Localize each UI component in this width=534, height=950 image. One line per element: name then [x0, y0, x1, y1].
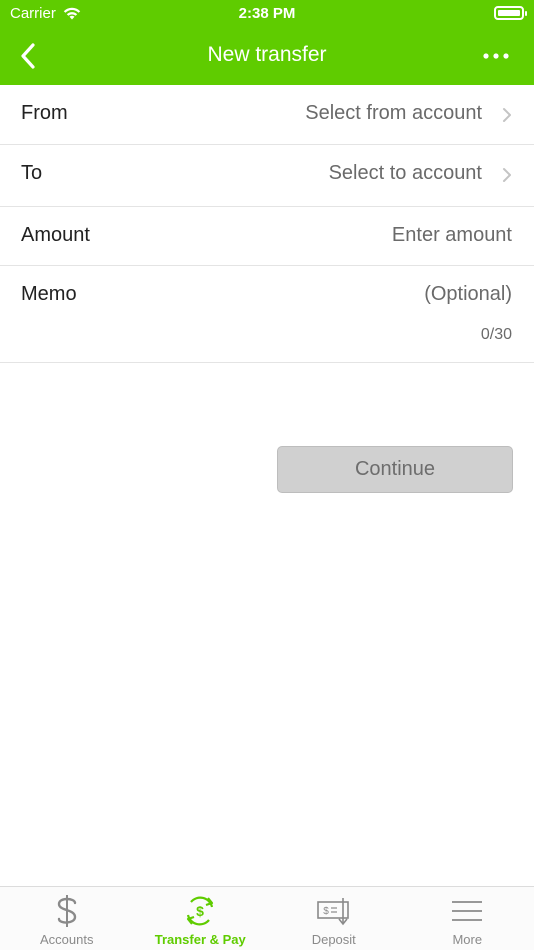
tab-accounts[interactable]: Accounts [0, 887, 134, 950]
check-deposit-icon: $ [314, 893, 354, 929]
memo-row[interactable]: Memo (Optional) 0/30 [0, 266, 534, 363]
tab-deposit[interactable]: $ Deposit [267, 887, 401, 950]
tab-bar: Accounts $ Transfer & Pay $ Deposit More [0, 886, 534, 950]
header: Carrier 2:38 PM New transfer [0, 0, 534, 85]
tab-label: Transfer & Pay [154, 932, 246, 947]
svg-text:$: $ [196, 903, 204, 919]
to-account-row[interactable]: To Select to account [0, 145, 534, 207]
memo-char-counter: 0/30 [480, 326, 512, 343]
memo-label: Memo [21, 283, 77, 305]
transfer-icon: $ [180, 893, 220, 929]
menu-icon [447, 893, 487, 929]
from-account-value: Select from account [305, 102, 482, 124]
tab-label: Accounts [40, 932, 94, 947]
continue-button[interactable]: Continue [277, 446, 513, 493]
status-time: 2:38 PM [238, 5, 296, 22]
tab-more[interactable]: More [401, 887, 534, 950]
tab-label: More [452, 932, 483, 947]
amount-label: Amount [21, 224, 90, 246]
nav-bar: New transfer [0, 28, 534, 85]
chevron-right-icon [503, 108, 511, 122]
tab-transfer-pay[interactable]: $ Transfer & Pay [134, 887, 268, 950]
ellipsis-icon [483, 53, 509, 59]
amount-row[interactable]: Amount Enter amount [0, 207, 534, 266]
dollar-icon [47, 893, 87, 929]
chevron-right-icon [503, 168, 511, 182]
more-options-button[interactable] [478, 38, 514, 74]
memo-input[interactable]: (Optional) [424, 283, 512, 306]
status-bar: Carrier 2:38 PM [0, 0, 534, 28]
from-account-row[interactable]: From Select from account [0, 85, 534, 145]
from-label: From [21, 102, 68, 124]
tab-label: Deposit [311, 932, 356, 947]
battery-icon [494, 6, 527, 20]
transfer-form: From Select from account To Select to ac… [0, 85, 534, 363]
to-label: To [21, 162, 43, 184]
to-account-value: Select to account [328, 162, 482, 184]
svg-text:$: $ [323, 906, 329, 917]
amount-input[interactable]: Enter amount [392, 224, 512, 247]
page-title: New transfer [207, 43, 327, 66]
